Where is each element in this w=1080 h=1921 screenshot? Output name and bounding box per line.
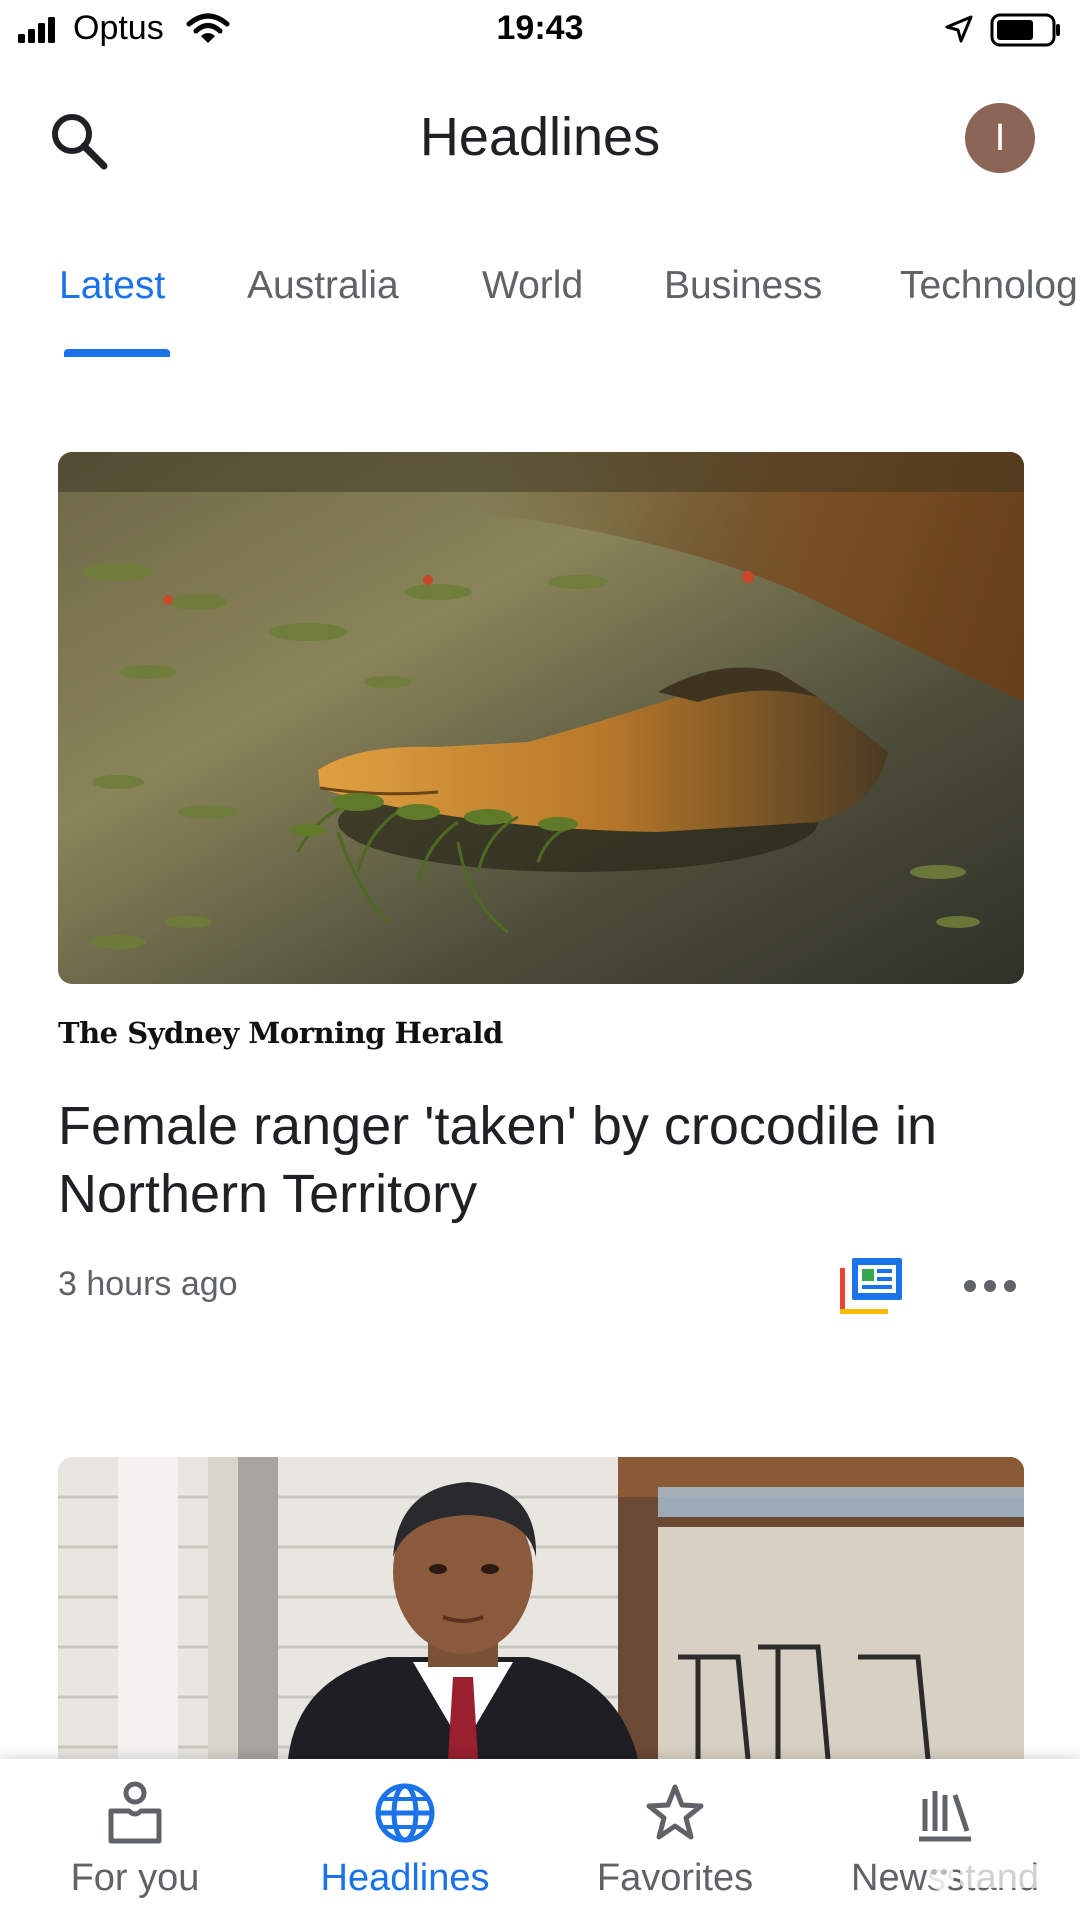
article-image-portrait[interactable] [58,1457,1024,1759]
crocodile-photo [58,452,1024,984]
location-arrow-icon [945,15,973,43]
account-avatar[interactable]: I [965,103,1035,173]
portrait-photo [58,1457,1024,1759]
full-coverage-icon[interactable] [840,1258,902,1314]
active-tab-indicator [64,349,170,357]
bottom-navigation: For you Headlines Favorites Newsstand [0,1759,1080,1921]
nav-favorites[interactable]: Favorites [540,1759,810,1921]
battery-icon [990,13,1060,47]
nav-label-favorites: Favorites [596,1857,754,1899]
more-options-icon[interactable] [962,1268,1018,1304]
article-timestamp: 3 hours ago [58,1265,238,1303]
tab-australia[interactable]: Australia [247,264,399,308]
page-title: Headlines [419,107,661,167]
section-tabs: Latest Australia World Business Technolo… [0,250,1080,362]
source-logo[interactable]: The Sydney Morning Herald [58,1016,503,1050]
clock: 19:43 [496,9,584,47]
nav-headlines[interactable]: Headlines [270,1759,540,1921]
globe-icon [375,1783,435,1843]
status-bar: Optus 19:43 [0,0,1080,62]
tab-world[interactable]: World [482,264,583,308]
tab-business[interactable]: Business [664,264,822,308]
avatar-initial: I [994,116,1006,159]
tab-latest[interactable]: Latest [59,264,165,308]
newsstand-icon [919,1791,971,1842]
star-icon [646,1784,704,1840]
tab-technology[interactable]: Technolog [900,264,1078,308]
watermark [926,1862,1040,1890]
nav-label-headlines: Headlines [320,1857,490,1899]
for-you-icon [108,1781,162,1844]
article-headline[interactable]: Female ranger 'taken' by crocodile in No… [58,1092,1008,1228]
nav-label-for-you: For you [70,1857,200,1899]
article-image-crocodile[interactable] [58,452,1024,984]
nav-for-you[interactable]: For you [0,1759,270,1921]
